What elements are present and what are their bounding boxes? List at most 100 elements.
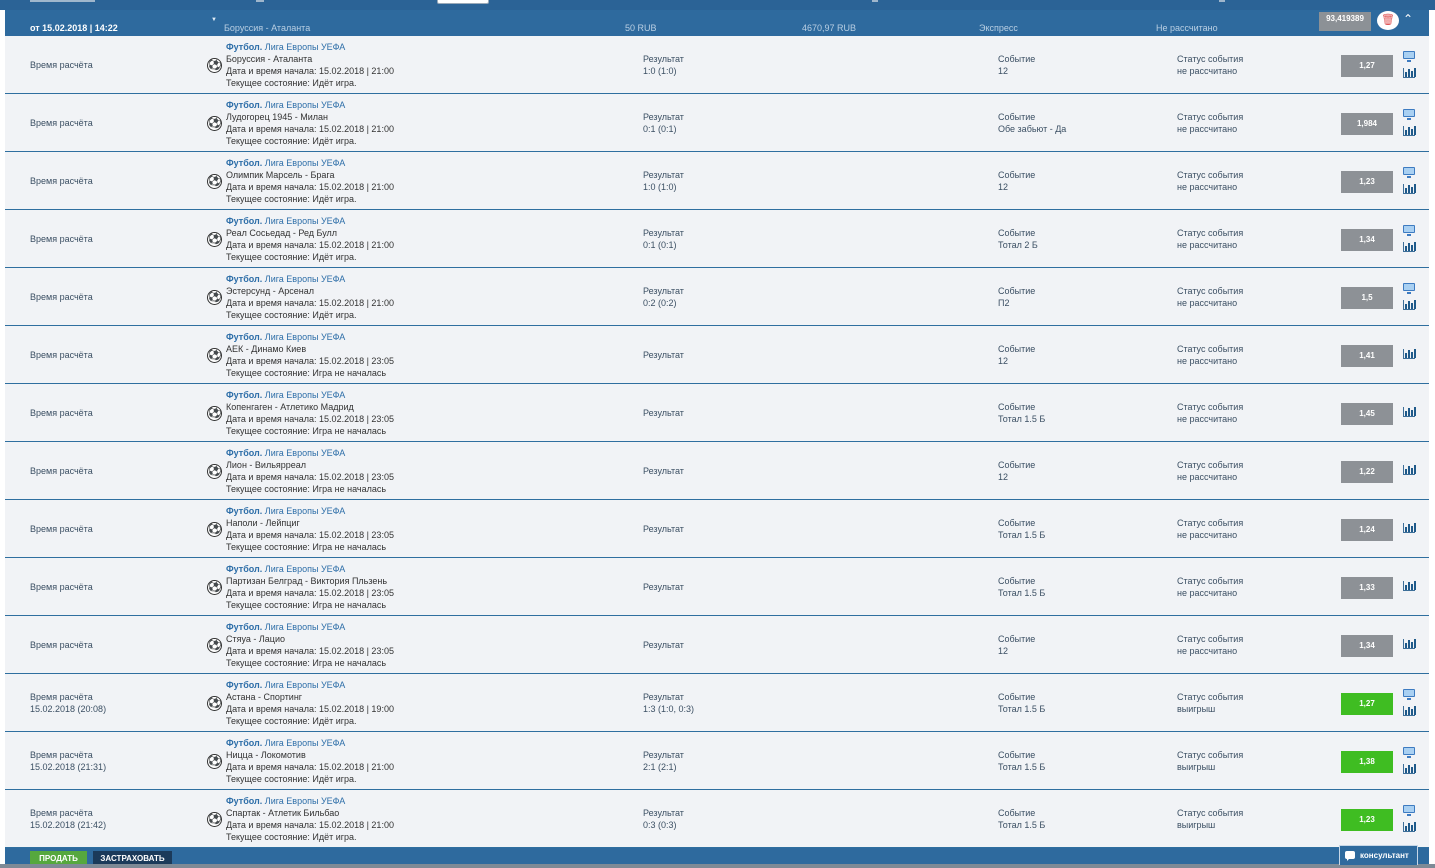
- match-teams: Наполи - Лейпциг: [226, 518, 300, 528]
- table-row[interactable]: Время расчёта ⚽ Футбол. Лига Европы УЕФА Лу…: [5, 94, 1429, 152]
- table-row[interactable]: Время расчёта ⚽ Футбол. Лига Европы УЕФА Бо…: [5, 36, 1429, 94]
- monitor-icon[interactable]: [1403, 805, 1415, 816]
- soccer-ball-icon: ⚽: [207, 232, 222, 247]
- chevron-up-icon[interactable]: ⌃: [1403, 12, 1413, 26]
- match-start-value: 15.02.2018 | 23:05: [319, 588, 394, 598]
- match-start-value: 15.02.2018 | 21:00: [319, 66, 394, 76]
- stats-chart-icon[interactable]: [1403, 300, 1416, 310]
- result-cell: Результат 2:1 (2:1): [643, 749, 684, 773]
- league-line[interactable]: Футбол. Лига Европы УЕФА: [226, 563, 394, 575]
- stats-chart-icon[interactable]: [1403, 126, 1416, 136]
- monitor-icon[interactable]: [1403, 51, 1415, 62]
- league-line[interactable]: Футбол. Лига Европы УЕФА: [226, 737, 394, 749]
- event-status-label: Статус события: [1177, 750, 1244, 760]
- league-line[interactable]: Футбол. Лига Европы УЕФА: [226, 447, 394, 459]
- stats-chart-icon[interactable]: [1403, 242, 1416, 252]
- bet-header[interactable]: от 15.02.2018 | 14:22 ▼ Боруссия - Атала…: [5, 10, 1429, 36]
- table-row[interactable]: Время расчёта 15.02.2018 (21:31) ⚽ Футбол. …: [5, 732, 1429, 790]
- stats-chart-icon[interactable]: [1403, 68, 1416, 78]
- league-name: Лига Европы УЕФА: [264, 506, 346, 516]
- monitor-icon[interactable]: [1403, 747, 1415, 758]
- match-info[interactable]: Футбол. Лига Европы УЕФА Ницца - Локомоти…: [226, 737, 394, 785]
- table-row[interactable]: Время расчёта ⚽ Футбол. Лига Европы УЕФА АЕ…: [5, 326, 1429, 384]
- match-info[interactable]: Футбол. Лига Европы УЕФА Копенгаген - Атл…: [226, 389, 394, 437]
- match-start: Дата и время начала: 15.02.2018 | 21:00: [226, 761, 394, 773]
- match-start-label: Дата и время начала:: [226, 646, 320, 656]
- bet-date: от 15.02.2018 | 14:22: [30, 23, 118, 33]
- event-status-value: выигрыш: [1177, 762, 1216, 772]
- table-row[interactable]: Время расчёта ⚽ Футбол. Лига Европы УЕФА Па…: [5, 558, 1429, 616]
- stats-chart-icon[interactable]: [1403, 407, 1416, 417]
- match-info[interactable]: Футбол. Лига Европы УЕФА Лион - Вильярреа…: [226, 447, 394, 495]
- result-score: 0:1 (0:1): [643, 124, 677, 134]
- stats-chart-icon[interactable]: [1403, 581, 1416, 591]
- match-start-value: 15.02.2018 | 23:05: [319, 646, 394, 656]
- table-row[interactable]: Время расчёта ⚽ Футбол. Лига Европы УЕФА Ли…: [5, 442, 1429, 500]
- table-row[interactable]: Время расчёта ⚽ Футбол. Лига Европы УЕФА Ст…: [5, 616, 1429, 674]
- odd-badge: 1,38: [1341, 751, 1393, 773]
- match-info[interactable]: Футбол. Лига Европы УЕФА Эстерсунд - Арсе…: [226, 273, 394, 321]
- stats-chart-icon[interactable]: [1403, 706, 1416, 716]
- sort-arrow-icon[interactable]: ▼: [211, 17, 217, 23]
- league-line[interactable]: Футбол. Лига Европы УЕФА: [226, 273, 394, 285]
- trash-icon[interactable]: 🗑: [1377, 11, 1399, 30]
- table-row[interactable]: Время расчёта 15.02.2018 (20:08) ⚽ Футбол. …: [5, 674, 1429, 732]
- stats-chart-icon[interactable]: [1403, 465, 1416, 475]
- monitor-icon[interactable]: [1403, 167, 1415, 178]
- match-info[interactable]: Футбол. Лига Европы УЕФА Реал Сосьедад - …: [226, 215, 394, 263]
- stats-chart-icon[interactable]: [1403, 822, 1416, 832]
- match-info[interactable]: Футбол. Лига Европы УЕФА Стяуа - Лацио Дат…: [226, 621, 394, 669]
- league-line[interactable]: Футбол. Лига Европы УЕФА: [226, 331, 394, 343]
- league-line[interactable]: Футбол. Лига Европы УЕФА: [226, 389, 394, 401]
- stats-chart-icon[interactable]: [1403, 349, 1416, 359]
- table-row[interactable]: Время расчёта ⚽ Футбол. Лига Европы УЕФА Ре…: [5, 210, 1429, 268]
- stats-chart-icon[interactable]: [1403, 184, 1416, 194]
- stats-chart-icon[interactable]: [1403, 523, 1416, 533]
- league-line[interactable]: Футбол. Лига Европы УЕФА: [226, 621, 394, 633]
- table-row[interactable]: Время расчёта ⚽ Футбол. Лига Европы УЕФА Эс…: [5, 268, 1429, 326]
- event-value: 12: [998, 356, 1009, 366]
- stats-chart-icon[interactable]: [1403, 639, 1416, 649]
- match-info[interactable]: Футбол. Лига Европы УЕФА Партизан Белград…: [226, 563, 394, 611]
- event-status-label: Статус события: [1177, 634, 1244, 644]
- monitor-icon[interactable]: [1403, 283, 1415, 294]
- league-line[interactable]: Футбол. Лига Европы УЕФА: [226, 505, 394, 517]
- settle-time-cell: Время расчёта: [30, 581, 93, 593]
- monitor-icon[interactable]: [1403, 225, 1415, 236]
- top-button-stub[interactable]: [437, 0, 489, 4]
- match-start-label: Дата и время начала:: [226, 704, 320, 714]
- match-info[interactable]: Футбол. Лига Европы УЕФА Олимпик Марсель …: [226, 157, 394, 205]
- table-row[interactable]: Время расчёта 15.02.2018 (21:42) ⚽ Футбол. …: [5, 790, 1429, 848]
- match-teams: Спартак - Атлетик Бильбао: [226, 808, 340, 818]
- league-line[interactable]: Футбол. Лига Европы УЕФА: [226, 215, 394, 227]
- event-status-cell: Статус события не рассчитано: [1177, 459, 1243, 483]
- league-line[interactable]: Футбол. Лига Европы УЕФА: [226, 795, 394, 807]
- match-state-value: Идёт игра.: [312, 774, 357, 784]
- match-info[interactable]: Футбол. Лига Европы УЕФА Спартак - Атлети…: [226, 795, 394, 843]
- sport-label: Футбол.: [226, 448, 263, 458]
- settle-time-label: Время расчёта: [30, 692, 93, 702]
- event-status-value: не рассчитано: [1177, 588, 1238, 598]
- event-status-value: не рассчитано: [1177, 414, 1238, 424]
- event-label: Событие: [998, 344, 1036, 354]
- match-info[interactable]: Футбол. Лига Европы УЕФА АЕК - Динамо Кие…: [226, 331, 394, 379]
- match-info[interactable]: Футбол. Лига Европы УЕФА Боруссия - Атала…: [226, 41, 394, 89]
- match-info[interactable]: Футбол. Лига Европы УЕФА Лудогорец 1945 -…: [226, 99, 394, 147]
- odd-badge: 1,27: [1341, 693, 1393, 715]
- match-start-label: Дата и время начала:: [226, 530, 320, 540]
- league-line[interactable]: Футбол. Лига Европы УЕФА: [226, 679, 394, 691]
- league-line[interactable]: Футбол. Лига Европы УЕФА: [226, 157, 394, 169]
- table-row[interactable]: Время расчёта ⚽ Футбол. Лига Европы УЕФА На…: [5, 500, 1429, 558]
- league-line[interactable]: Футбол. Лига Европы УЕФА: [226, 99, 394, 111]
- match-info[interactable]: Футбол. Лига Европы УЕФА Наполи - Лейпциг…: [226, 505, 394, 553]
- consultant-button[interactable]: консультант: [1339, 845, 1418, 865]
- match-info[interactable]: Футбол. Лига Европы УЕФА Астана - Спортин…: [226, 679, 394, 727]
- stats-chart-icon[interactable]: [1403, 764, 1416, 774]
- league-line[interactable]: Футбол. Лига Европы УЕФА: [226, 41, 394, 53]
- event-status-label: Статус события: [1177, 170, 1244, 180]
- monitor-icon[interactable]: [1403, 689, 1415, 700]
- table-row[interactable]: Время расчёта ⚽ Футбол. Лига Европы УЕФА Ко…: [5, 384, 1429, 442]
- table-row[interactable]: Время расчёта ⚽ Футбол. Лига Европы УЕФА Ол…: [5, 152, 1429, 210]
- settle-time-label: Время расчёта: [30, 808, 93, 818]
- monitor-icon[interactable]: [1403, 109, 1415, 120]
